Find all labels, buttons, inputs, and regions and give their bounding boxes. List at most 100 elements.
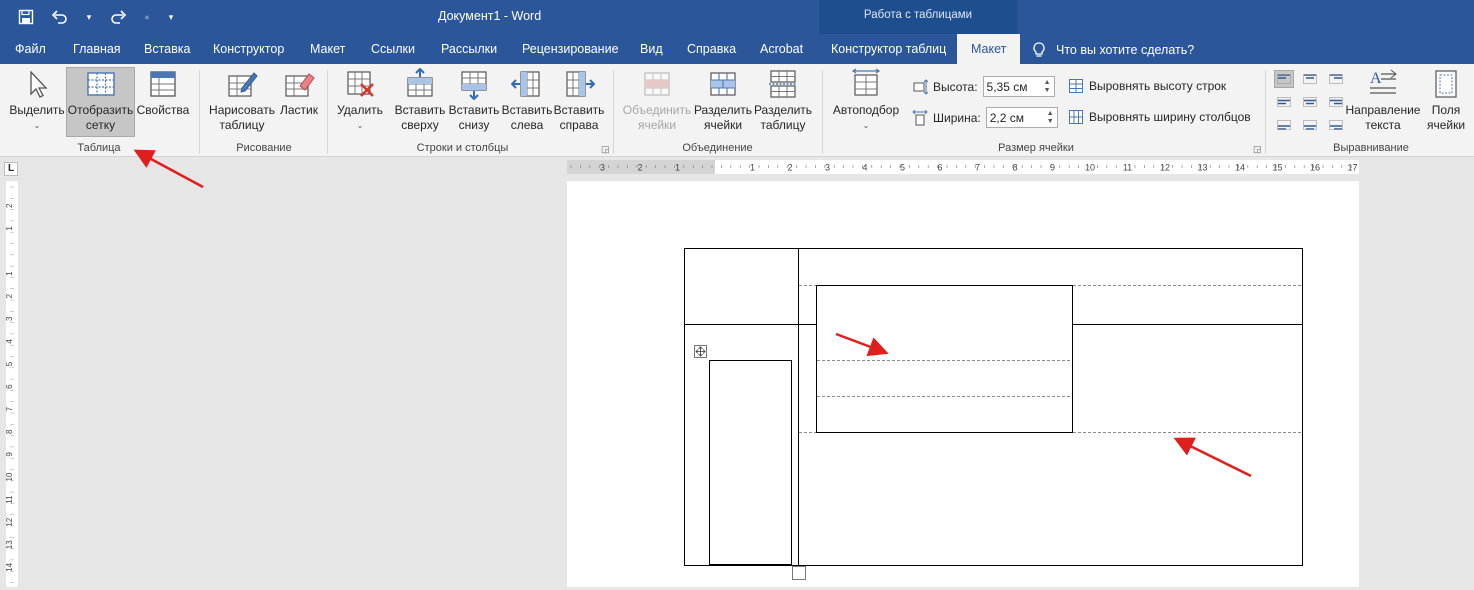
distribute-rows-button[interactable]: Выровнять высоту строк	[1068, 78, 1226, 94]
align-bottom-left-icon[interactable]	[1274, 116, 1294, 134]
tab-insert[interactable]: Вставка	[144, 42, 190, 56]
nested-table[interactable]	[816, 285, 1073, 433]
customize-qat-icon[interactable]: ▾	[164, 6, 178, 28]
column-width-input[interactable]: 2,2 см ▲ ▼	[985, 107, 1058, 128]
ruler-tick-label: 7	[6, 406, 14, 411]
tab-layout[interactable]: Макет	[310, 42, 345, 56]
row-height-label: Высота:	[933, 79, 978, 94]
tab-home[interactable]: Главная	[73, 42, 121, 56]
merge-cells-button[interactable]: Объединить ячейки	[622, 68, 692, 133]
ruler-tick-label: 6	[6, 384, 14, 389]
tab-review[interactable]: Рецензирование	[522, 42, 619, 56]
spinner-arrows-icon[interactable]: ▲ ▼	[1047, 110, 1054, 126]
nested-narrow-table[interactable]	[709, 360, 792, 565]
table-properties-icon	[150, 71, 176, 97]
table-move-handle-icon[interactable]	[694, 345, 707, 358]
align-bottom-right-icon[interactable]	[1326, 116, 1346, 134]
tab-mailings[interactable]: Рассылки	[441, 42, 497, 56]
undo-button[interactable]	[48, 6, 72, 28]
properties-button[interactable]: Свойства	[136, 68, 190, 118]
align-top-center-icon[interactable]	[1300, 70, 1320, 88]
undo-dropdown-icon[interactable]: ▾	[82, 6, 96, 28]
delete-button[interactable]: Удалить ⌄	[334, 68, 386, 133]
save-button[interactable]	[14, 6, 38, 28]
group-separator	[1265, 70, 1266, 154]
align-top-right-icon[interactable]	[1326, 70, 1346, 88]
cell-margins-label-2: ячейки	[1426, 118, 1466, 132]
split-table-button[interactable]: Разделить таблицу	[754, 68, 812, 133]
ruler-tick-label: 11	[6, 495, 14, 504]
horizontal-ruler[interactable]: 3 2 1 1 2 3 4 5 6 7 8 9 10 11 12 13 14 15 16 17	[567, 160, 1359, 174]
ruler-tick-label: 2	[6, 293, 14, 298]
ruler-tick-label: 3	[825, 163, 830, 173]
eraser-icon	[285, 73, 315, 97]
column-width-icon	[912, 109, 928, 125]
tab-design[interactable]: Конструктор	[213, 42, 284, 56]
autofit-icon	[851, 68, 881, 96]
split-table-label-2: таблицу	[760, 118, 806, 132]
table-canvas[interactable]	[567, 181, 1359, 587]
cell-alignment-grid	[1274, 70, 1348, 137]
document-page[interactable]	[567, 181, 1359, 587]
ruler-tick-label: 13	[6, 540, 14, 549]
align-middle-center-icon[interactable]	[1300, 93, 1320, 111]
tab-help[interactable]: Справка	[687, 42, 736, 56]
cell-margins-button[interactable]: Поля ячейки	[1422, 68, 1470, 133]
tell-me-search[interactable]: Что вы хотите сделать?	[1032, 42, 1194, 58]
quick-access-toolbar: ▾ ● ▾	[14, 6, 178, 28]
split-table-icon	[769, 70, 797, 98]
distribute-rows-label: Выровнять высоту строк	[1089, 79, 1227, 93]
touch-mode-icon[interactable]: ●	[140, 6, 154, 28]
insert-below-button[interactable]: Вставить снизу	[448, 68, 500, 133]
ruler-tick-label: 14	[6, 562, 14, 571]
ruler-tick-label: 11	[1123, 163, 1132, 173]
tab-stop-selector[interactable]: L	[4, 162, 18, 176]
tab-acrobat[interactable]: Acrobat	[760, 42, 803, 56]
row-height-icon	[913, 78, 928, 95]
spinner-arrows-icon[interactable]: ▲ ▼	[1044, 79, 1051, 95]
ruler-tick-label: 4	[6, 339, 14, 344]
align-middle-right-icon[interactable]	[1326, 93, 1346, 111]
select-button[interactable]: Выделить ⌄	[8, 68, 66, 133]
show-grid-label-1: Отобразить	[67, 103, 134, 117]
show-grid-button[interactable]: Отобразить сетку	[66, 67, 135, 137]
insert-right-label-1: Вставить	[553, 103, 605, 117]
group-label-draw: Рисование	[236, 142, 292, 154]
vertical-ruler[interactable]: 211234567891011121314	[6, 181, 18, 587]
distribute-columns-button[interactable]: Выровнять ширину столбцов	[1068, 109, 1251, 125]
svg-text:A: A	[1370, 70, 1382, 87]
row-height-input[interactable]: 5,35 см ▲ ▼	[982, 76, 1055, 97]
tab-table-layout[interactable]: Макет	[957, 34, 1021, 64]
split-cells-label-2: ячейки	[703, 118, 743, 132]
redo-icon	[111, 10, 127, 24]
ruler-tick-label: 8	[1012, 163, 1017, 173]
row-height-control: Высота: 5,35 см ▲ ▼	[912, 76, 1055, 97]
autofit-button[interactable]: Автоподбор ⌄	[830, 68, 902, 133]
align-bottom-center-icon[interactable]	[1300, 116, 1320, 134]
tab-file[interactable]: Файл	[15, 42, 46, 56]
split-cells-button[interactable]: Разделить ячейки	[694, 68, 752, 133]
cell-margins-icon	[1435, 70, 1457, 98]
text-direction-button[interactable]: A Направление текста	[1344, 68, 1422, 133]
column-width-label: Ширина:	[933, 110, 981, 125]
eraser-button[interactable]: Ластик	[278, 68, 320, 118]
align-middle-left-icon[interactable]	[1274, 93, 1294, 111]
draw-table-button[interactable]: Нарисовать таблицу	[206, 68, 278, 133]
insert-left-button[interactable]: Вставить слева	[501, 68, 553, 133]
align-top-left-icon[interactable]	[1274, 70, 1294, 88]
column-width-control: Ширина: 2,2 см ▲ ▼	[912, 107, 1058, 128]
redo-button[interactable]	[106, 6, 130, 28]
rows-cols-launcher-icon[interactable]: ◲	[601, 144, 610, 155]
table-resize-handle[interactable]	[792, 566, 806, 580]
insert-above-button[interactable]: Вставить сверху	[394, 68, 446, 133]
insert-right-button[interactable]: Вставить справа	[553, 68, 605, 133]
tab-references[interactable]: Ссылки	[371, 42, 415, 56]
insert-left-icon	[511, 71, 540, 97]
ruler-tick-label: 4	[862, 163, 867, 173]
tab-table-design[interactable]: Конструктор таблиц	[831, 42, 946, 56]
group-separator	[199, 70, 200, 154]
document-title: Документ1 - Word	[438, 9, 542, 23]
tab-view[interactable]: Вид	[640, 42, 663, 56]
cell-size-launcher-icon[interactable]: ◲	[1253, 144, 1262, 155]
ruler-tick-label: 14	[1235, 163, 1245, 173]
